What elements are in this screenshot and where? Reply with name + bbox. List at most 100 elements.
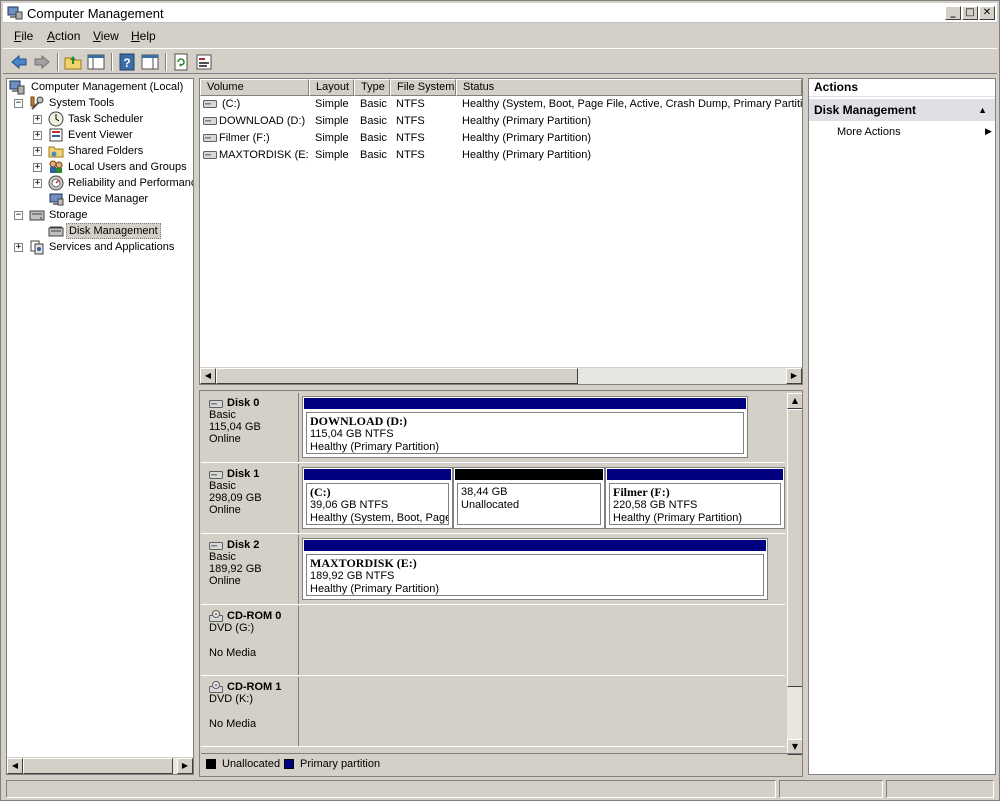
column-header-file-system[interactable]: File System xyxy=(390,79,456,96)
expand-toggle[interactable]: + xyxy=(33,147,42,156)
expand-toggle[interactable]: + xyxy=(33,131,42,140)
volume-list-horizontal-scrollbar[interactable]: ◀ ▶ xyxy=(200,367,802,384)
tree-label: Shared Folders xyxy=(68,145,144,157)
volume-layout: Simple xyxy=(315,98,349,110)
cd-drive-icon xyxy=(209,610,223,622)
tree-item-services-applications[interactable]: + Services and Applications xyxy=(7,239,193,255)
scroll-up-icon[interactable]: ▲ xyxy=(787,393,802,409)
disk-partitions: (C:) 39,06 GB NTFS Healthy (System, Boot… xyxy=(300,464,785,533)
tree-label: Services and Applications xyxy=(49,241,175,253)
expand-toggle[interactable]: + xyxy=(33,179,42,188)
tree-label: Computer Management (Local) xyxy=(31,81,184,93)
disk-row-disk-0[interactable]: Disk 0 Basic 115,04 GB Online DOWNLOAD (… xyxy=(201,393,785,463)
show-hide-console-tree-icon[interactable] xyxy=(86,52,106,72)
menu-file[interactable]: File xyxy=(14,29,33,43)
volume-type: Basic xyxy=(360,149,387,161)
table-row[interactable]: Filmer (F:) Simple Basic NTFS Healthy (P… xyxy=(200,130,802,147)
collapse-up-icon[interactable]: ▲ xyxy=(978,99,987,121)
disk-label: Disk 2 Basic 189,92 GB Online xyxy=(201,535,299,604)
drive-icon xyxy=(203,151,217,159)
table-row[interactable]: DOWNLOAD (D:) Simple Basic NTFS Healthy … xyxy=(200,113,802,130)
partition-maxtordisk-e[interactable]: MAXTORDISK (E:) 189,92 GB NTFS Healthy (… xyxy=(302,538,768,600)
collapse-toggle[interactable]: − xyxy=(14,211,23,220)
scroll-left-icon[interactable]: ◀ xyxy=(7,758,23,774)
scroll-right-icon[interactable]: ▶ xyxy=(786,368,802,384)
disk-row-cdrom-1[interactable]: CD-ROM 1 DVD (K:) No Media xyxy=(201,677,785,747)
tree-item-storage[interactable]: − Storage xyxy=(7,207,193,223)
column-header-type[interactable]: Type xyxy=(354,79,390,96)
expand-toggle[interactable]: + xyxy=(14,243,23,252)
partition-download-d[interactable]: DOWNLOAD (D:) 115,04 GB NTFS Healthy (Pr… xyxy=(302,396,748,458)
partition-name: (C:) xyxy=(310,485,331,499)
partition-status: Healthy (Primary Partition) xyxy=(613,512,742,524)
scroll-thumb[interactable] xyxy=(23,758,173,774)
tree-horizontal-scrollbar[interactable]: ◀ ▶ xyxy=(7,757,193,774)
device-manager-icon xyxy=(49,193,64,206)
menu-help[interactable]: Help xyxy=(131,29,156,43)
volume-name: MAXTORDISK (E:) xyxy=(219,149,309,161)
collapse-toggle[interactable]: − xyxy=(14,99,23,108)
disk-label: Disk 1 Basic 298,09 GB Online xyxy=(201,464,299,533)
disk-view-vertical-scrollbar[interactable]: ▲ ▼ xyxy=(787,393,802,755)
tree-item-device-manager[interactable]: Device Manager xyxy=(7,191,193,207)
tree-item-event-viewer[interactable]: + Event Viewer xyxy=(7,127,193,143)
volume-file-system: NTFS xyxy=(396,149,425,161)
column-header-layout[interactable]: Layout xyxy=(309,79,354,96)
partition-details: (C:) 39,06 GB NTFS Healthy (System, Boot… xyxy=(306,483,449,525)
column-header-status[interactable]: Status xyxy=(456,79,802,96)
minimize-button[interactable]: _ xyxy=(945,6,961,20)
tree-item-system-tools[interactable]: − System Tools xyxy=(7,95,193,111)
forward-arrow-icon[interactable] xyxy=(32,52,52,72)
more-actions-item[interactable]: More Actions xyxy=(837,126,901,138)
table-row[interactable]: MAXTORDISK (E:) Simple Basic NTFS Health… xyxy=(200,147,802,164)
partition-name: MAXTORDISK (E:) xyxy=(310,556,417,570)
tree-item-local-users[interactable]: + Local Users and Groups xyxy=(7,159,193,175)
disk-size: 298,09 GB xyxy=(209,492,262,504)
scroll-thumb[interactable] xyxy=(216,368,578,384)
status-bar xyxy=(3,778,997,798)
volume-list: Volume Layout Type File System Status (C… xyxy=(199,78,803,385)
partition-size: 220,58 GB NTFS xyxy=(613,499,698,511)
disk-row-disk-1[interactable]: Disk 1 Basic 298,09 GB Online (C:) 39,06… xyxy=(201,464,785,534)
expand-toggle[interactable]: + xyxy=(33,115,42,124)
disk-size: 189,92 GB xyxy=(209,563,262,575)
menu-view[interactable]: View xyxy=(93,29,119,43)
up-folder-icon[interactable] xyxy=(63,52,83,72)
expand-toggle[interactable]: + xyxy=(33,163,42,172)
table-row[interactable]: (C:) Simple Basic NTFS Healthy (System, … xyxy=(200,96,802,113)
disk-row-cdrom-0[interactable]: CD-ROM 0 DVD (G:) No Media xyxy=(201,606,785,676)
actions-section-disk-management[interactable]: Disk Management ▲ xyxy=(809,99,995,121)
tree-item-root[interactable]: Computer Management (Local) xyxy=(9,79,193,95)
tree-item-shared-folders[interactable]: + Shared Folders xyxy=(7,143,193,159)
back-arrow-icon[interactable] xyxy=(9,52,29,72)
partition-name: Filmer (F:) xyxy=(613,485,670,499)
status-panel-2 xyxy=(779,780,883,798)
status-panel-main xyxy=(6,780,776,798)
scroll-right-icon[interactable]: ▶ xyxy=(177,758,193,774)
toolbar-separator xyxy=(57,53,59,71)
partition-filmer-f[interactable]: Filmer (F:) 220,58 GB NTFS Healthy (Prim… xyxy=(605,467,785,529)
console-tree: Computer Management (Local) − System Too… xyxy=(6,78,194,775)
partition-unallocated[interactable]: 38,44 GB Unallocated xyxy=(453,467,605,529)
volume-name: DOWNLOAD (D:) xyxy=(219,115,306,127)
tree-item-reliability[interactable]: + Reliability and Performanc xyxy=(7,175,193,191)
legend-primary-partition: Primary partition xyxy=(300,758,381,770)
menu-action[interactable]: Action xyxy=(47,29,80,43)
maximize-button[interactable]: □ xyxy=(962,6,978,20)
tree-item-disk-management[interactable]: Disk Management xyxy=(7,223,193,239)
scroll-left-icon[interactable]: ◀ xyxy=(200,368,216,384)
menu-bar: File Action View Help xyxy=(3,25,997,47)
storage-icon xyxy=(29,210,45,221)
scroll-thumb[interactable] xyxy=(787,409,802,687)
help-icon[interactable]: ? xyxy=(117,52,137,72)
properties-icon[interactable] xyxy=(194,52,214,72)
show-hide-action-pane-icon[interactable] xyxy=(140,52,160,72)
refresh-icon[interactable] xyxy=(171,52,191,72)
disk-state: No Media xyxy=(209,647,257,659)
partition-c[interactable]: (C:) 39,06 GB NTFS Healthy (System, Boot… xyxy=(302,467,453,529)
column-header-volume[interactable]: Volume xyxy=(200,79,309,96)
close-button[interactable]: ✕ xyxy=(979,6,995,20)
computer-management-icon xyxy=(7,6,23,20)
disk-row-disk-2[interactable]: Disk 2 Basic 189,92 GB Online MAXTORDISK… xyxy=(201,535,785,605)
tree-item-task-scheduler[interactable]: + Task Scheduler xyxy=(7,111,193,127)
